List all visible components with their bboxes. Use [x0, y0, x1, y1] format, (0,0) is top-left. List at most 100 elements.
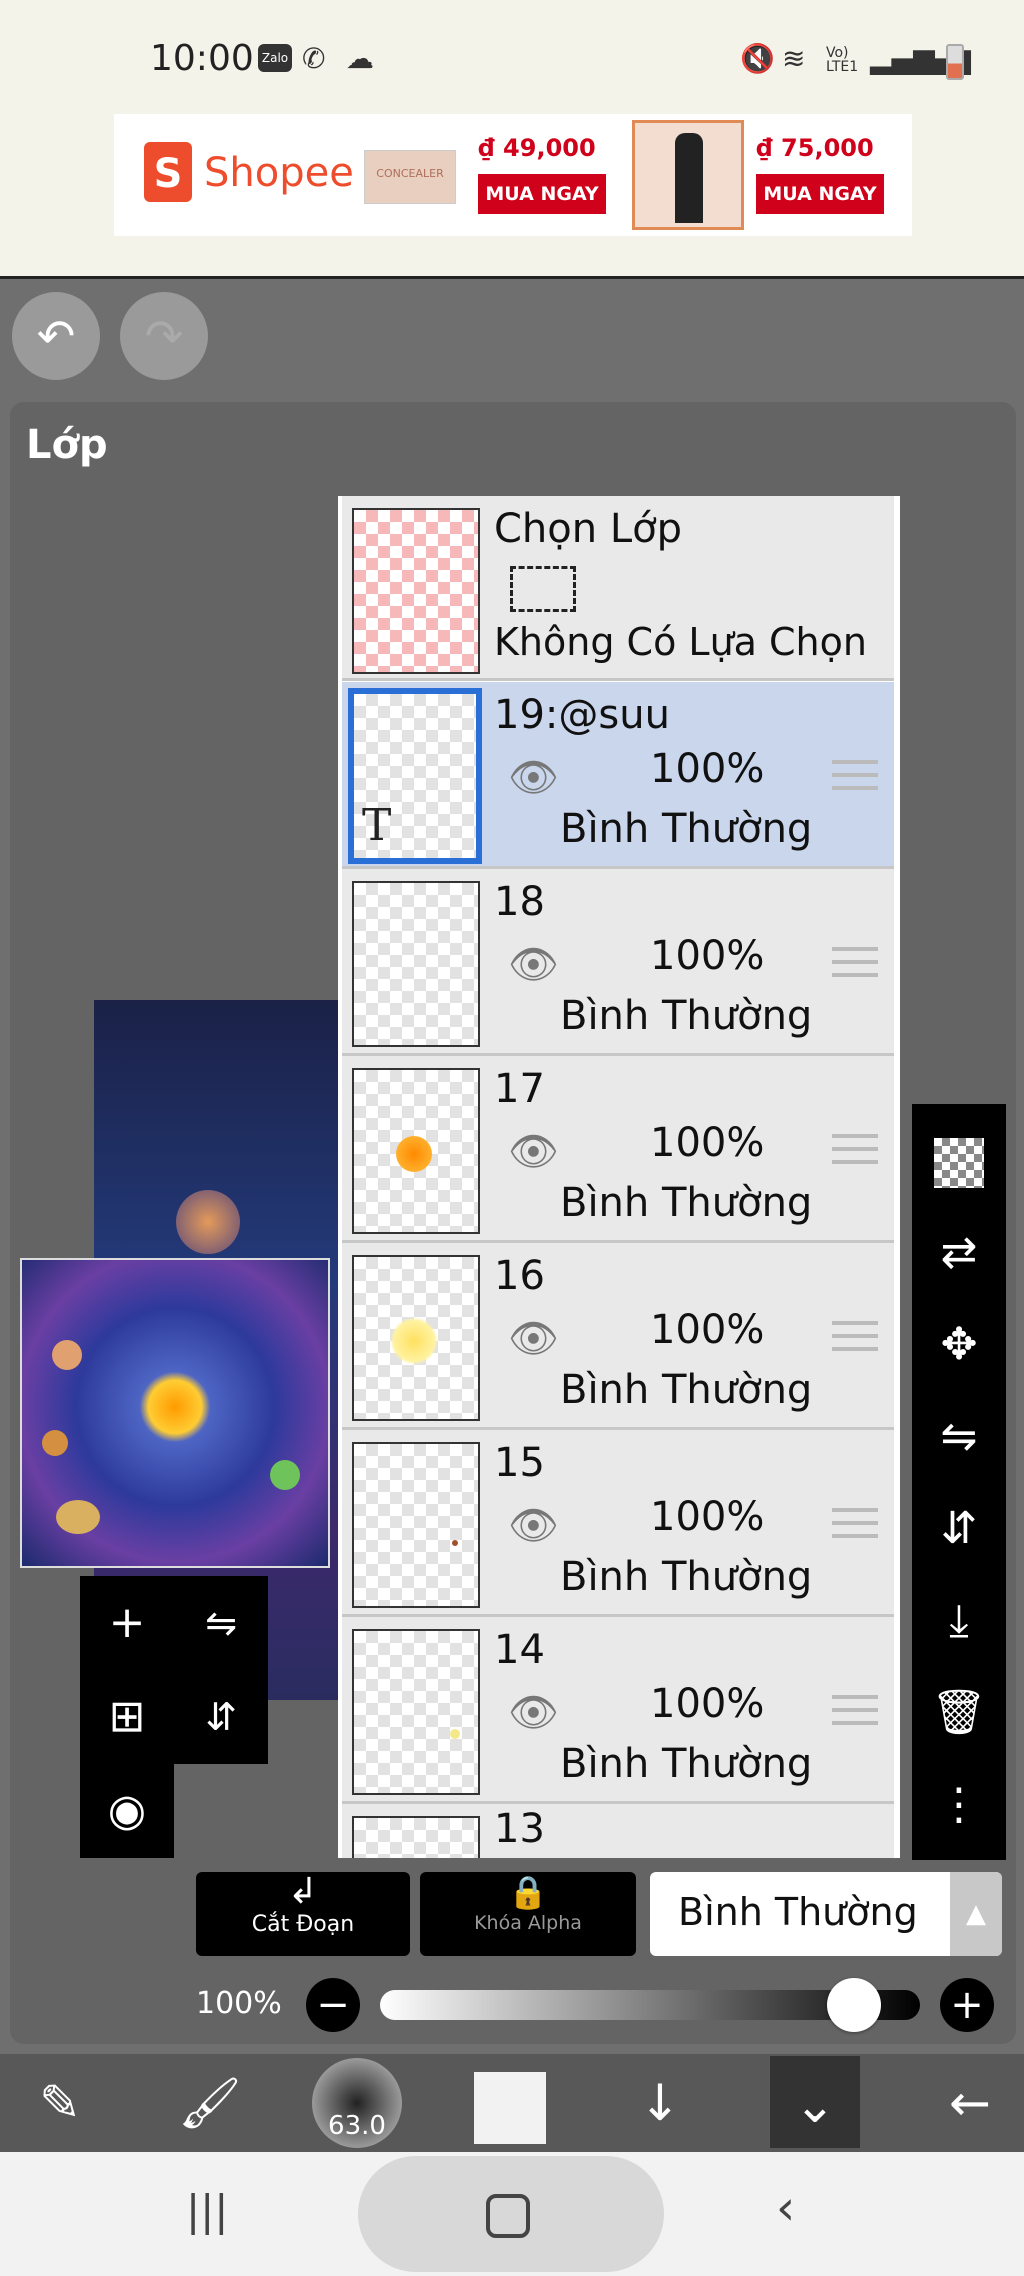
blend-mode-select[interactable]: Bình Thường ▲ [650, 1872, 1002, 1956]
bottom-toolbar: ✎ 🖌 63.0 ↓ ⌄ ← [0, 2054, 1024, 2152]
undo-icon: ↶ [36, 309, 76, 363]
layer-row-13[interactable]: 13 [342, 1804, 894, 1858]
layer-row-16[interactable]: 16 👁 100% Bình Thường [342, 1243, 894, 1430]
more-options-button[interactable]: ⋮ [912, 1758, 1006, 1852]
merge-down-button[interactable]: ⤓ [912, 1574, 1006, 1668]
back-button[interactable]: ← [920, 2054, 1020, 2152]
layer-row-14[interactable]: 14 👁 100% Bình Thường [342, 1617, 894, 1804]
copy-layer-icon: ⊞ [108, 1691, 146, 1742]
selection-layer[interactable]: Chọn Lớp Không Có Lựa Chọn [342, 496, 894, 681]
delete-layer-button[interactable]: 🗑 [912, 1666, 1006, 1760]
slider-knob[interactable] [827, 1978, 882, 2032]
flip-horizontal-button[interactable]: ⇋ [174, 1576, 268, 1670]
canvas-preview[interactable] [20, 1258, 330, 1568]
clip-button[interactable]: ↲ Cắt Đoạn [196, 1872, 410, 1956]
system-nav-bar: ||| ‹ [0, 2152, 1024, 2276]
drag-handle-icon[interactable] [832, 1695, 878, 1725]
layer-row-15[interactable]: 15 👁 100% Bình Thường [342, 1430, 894, 1617]
ad-product-image-1[interactable]: CONCEALER [364, 150, 456, 204]
layer-row-19[interactable]: T 19:@suu 👁 100% Bình Thường [342, 682, 894, 869]
layer-name: 17 [494, 1066, 545, 1112]
planet-shape [270, 1460, 300, 1490]
visibility-eye-icon[interactable]: 👁 [508, 1689, 559, 1736]
checker-icon [934, 1138, 984, 1188]
network-label: Vo) LTE1 [826, 45, 859, 75]
layer-blend-mode: Bình Thường [560, 1367, 813, 1413]
layer-blend-mode: Bình Thường [560, 806, 813, 852]
sun-shape [396, 1136, 432, 1172]
swap-layer-button[interactable]: ⇄ [912, 1206, 1006, 1300]
visibility-eye-icon[interactable]: 👁 [508, 754, 559, 801]
drag-handle-icon[interactable] [832, 1134, 878, 1164]
planet-shape [56, 1500, 100, 1534]
transform-tool-button[interactable]: ✎ [10, 2054, 110, 2152]
layer-name: 14 [494, 1627, 545, 1673]
redo-button[interactable]: ↷ [120, 292, 208, 380]
brush-size-button[interactable]: 63.0 [312, 2058, 402, 2148]
camera-button[interactable]: ◉ [80, 1764, 174, 1858]
swap-icon: ⇄ [940, 1227, 978, 1278]
chevron-double-down-icon: ⌄ [794, 2076, 836, 2134]
clip-label: Cắt Đoạn [251, 1912, 355, 1937]
add-layer-button[interactable]: + [80, 1576, 174, 1670]
layer-blend-mode: Bình Thường [560, 1180, 813, 1226]
opacity-label: 100% [196, 1986, 282, 2021]
camera-icon: ◉ [107, 1785, 147, 1836]
ad-product-image-2[interactable] [632, 120, 744, 230]
add-copy-layer-button[interactable]: ⊞ [80, 1670, 174, 1764]
layer-thumbnail [352, 1816, 480, 1858]
clock: 10:00 [150, 38, 254, 79]
recent-apps-icon[interactable]: ||| [186, 2186, 228, 2235]
transparency-button[interactable] [912, 1114, 1006, 1208]
opacity-increase-button[interactable]: + [940, 1978, 994, 2032]
selection-title: Chọn Lớp [494, 506, 682, 552]
back-nav-icon[interactable]: ‹ [776, 2180, 795, 2236]
layer-name: 15 [494, 1440, 545, 1486]
flip-vertical-tool-button[interactable]: ⇵ [912, 1482, 1006, 1576]
layer-panel-toggle-button[interactable]: ⌄ [770, 2056, 860, 2148]
planet-shape [42, 1430, 68, 1456]
brush-tool-button[interactable]: 🖌 [160, 2054, 260, 2152]
viber-icon: ✆ [302, 42, 326, 75]
visibility-eye-icon[interactable]: 👁 [508, 1128, 559, 1175]
shopee-logo-icon: S [144, 142, 192, 202]
layer-thumbnail [352, 881, 480, 1047]
opacity-slider[interactable] [380, 1978, 920, 2032]
move-button[interactable]: ✥ [912, 1298, 1006, 1392]
buy-now-button-2[interactable]: MUA NGAY [756, 174, 884, 214]
alpha-lock-button[interactable]: 🔒 Khóa Alpha [420, 1872, 636, 1956]
minus-icon: − [316, 1982, 350, 2028]
flip-vertical-button[interactable]: ⇵ [174, 1670, 268, 1764]
visibility-eye-icon[interactable]: 👁 [508, 941, 559, 988]
home-button[interactable] [358, 2156, 664, 2272]
flip-horizontal-tool-button[interactable]: ⇋ [912, 1390, 1006, 1484]
buy-now-button-1[interactable]: MUA NGAY [478, 174, 606, 214]
layer-name: 19:@suu [494, 692, 670, 738]
ad-banner[interactable]: S Shopee CONCEALER ₫ 49,000 MUA NGAY ₫ 7… [114, 114, 912, 236]
lock-icon: 🔒 [508, 1873, 548, 1911]
dropdown-arrow-icon[interactable]: ▲ [950, 1872, 1002, 1956]
wifi-icon: ≋ [782, 42, 806, 75]
layer-row-18[interactable]: 18 👁 100% Bình Thường [342, 869, 894, 1056]
planet-shape [52, 1340, 82, 1370]
layer-opacity: 100% [650, 1494, 765, 1540]
color-swatch[interactable] [474, 2072, 546, 2144]
opacity-decrease-button[interactable]: − [306, 1978, 360, 2032]
blend-mode-value: Bình Thường [678, 1890, 918, 1934]
trash-icon: 🗑 [931, 1687, 987, 1738]
layer-list[interactable]: Chọn Lớp Không Có Lựa Chọn T 19:@suu 👁 1… [338, 496, 900, 1858]
drag-handle-icon[interactable] [832, 760, 878, 790]
visibility-eye-icon[interactable]: 👁 [508, 1502, 559, 1549]
clip-icon: ↲ [287, 1871, 319, 1912]
drag-handle-icon[interactable] [832, 1508, 878, 1538]
ad-price-2: ₫ 75,000 [756, 134, 874, 162]
alpha-lock-label: Khóa Alpha [474, 1912, 582, 1934]
layer-opacity: 100% [650, 1307, 765, 1353]
drag-handle-icon[interactable] [832, 1321, 878, 1351]
layer-row-17[interactable]: 17 👁 100% Bình Thường [342, 1056, 894, 1243]
layer-thumbnail [352, 1629, 480, 1795]
undo-button[interactable]: ↶ [12, 292, 100, 380]
visibility-eye-icon[interactable]: 👁 [508, 1315, 559, 1362]
move-layer-down-button[interactable]: ↓ [610, 2054, 710, 2152]
drag-handle-icon[interactable] [832, 947, 878, 977]
